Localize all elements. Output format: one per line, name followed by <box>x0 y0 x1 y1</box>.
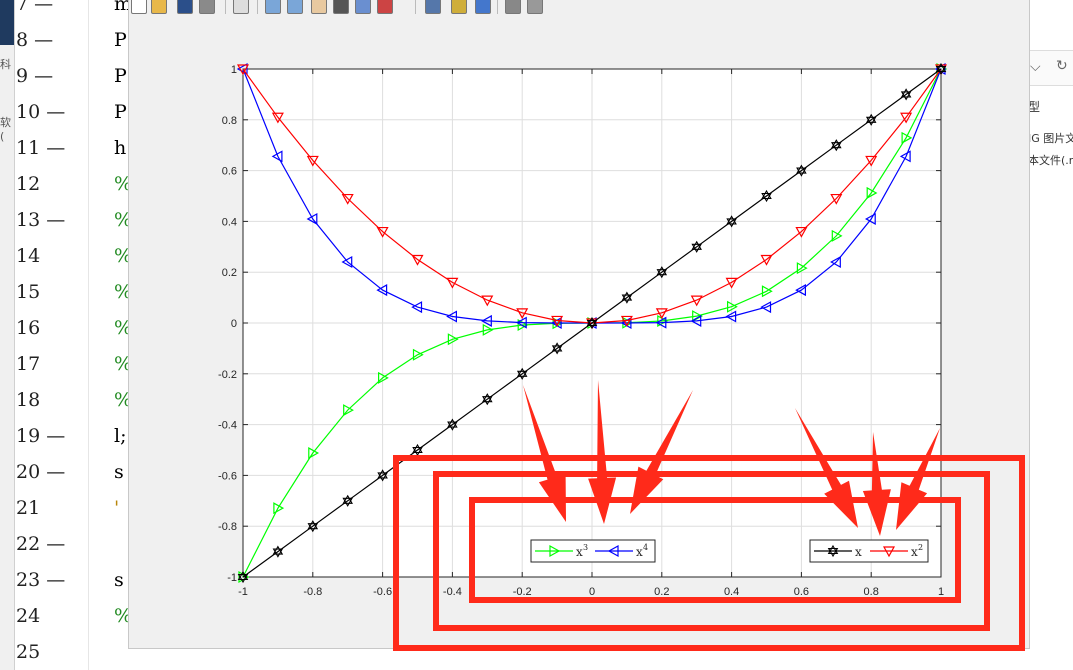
legend-label: x <box>911 545 918 559</box>
y-tick-label: -0.4 <box>218 420 237 432</box>
legend-label-exponent: 3 <box>583 543 588 552</box>
x-tick-label: -0.6 <box>373 586 392 598</box>
x-tick-label: -0.2 <box>513 586 532 598</box>
y-tick-label: 0 <box>231 318 237 330</box>
x-tick-label: 0.6 <box>794 586 809 598</box>
legend-label: x <box>576 545 583 559</box>
y-tick-label: -0.2 <box>218 369 237 381</box>
y-tick-label: 0.2 <box>222 267 237 279</box>
x-tick-label: 0.4 <box>724 586 739 598</box>
x-tick-label: -0.8 <box>303 586 322 598</box>
x-tick-label: 0.8 <box>864 586 879 598</box>
plot-canvas: -1 -0.8 -0.6 -0.4 -0.2 0 0.2 0.4 0.6 0.8 1 -1 -0.8 -0… <box>218 62 1025 651</box>
y-tick-label: -1 <box>227 572 237 584</box>
x-tick-label: 0.2 <box>654 586 669 598</box>
y-tick-label: 0.4 <box>222 216 237 228</box>
legend-label: x <box>855 545 862 559</box>
x-tick-label: 0 <box>589 586 595 598</box>
y-tick-label: 0.6 <box>222 166 237 178</box>
y-tick-label: 0.8 <box>222 115 237 127</box>
y-tick-label: -0.8 <box>218 521 237 533</box>
legend-label-exponent: 2 <box>918 543 923 552</box>
y-tick-label: -0.6 <box>218 470 237 482</box>
legend-label-exponent: 4 <box>643 543 648 552</box>
y-tick-label: 1 <box>231 64 237 76</box>
legend-label: x <box>636 545 643 559</box>
x-tick-label: -1 <box>238 586 248 598</box>
x-tick-label: -0.4 <box>443 586 462 598</box>
x-tick-label: 1 <box>938 586 944 598</box>
